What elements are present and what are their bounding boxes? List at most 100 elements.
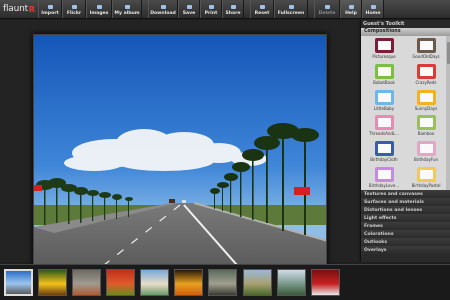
delete-icon [324,4,331,10]
toolbar-print-button[interactable]: Print [200,0,222,18]
frame-item[interactable]: Bamboo [406,115,446,138]
category-item[interactable]: Distortions and lenses [361,206,450,214]
toolbar-button-label: Save [182,11,196,16]
photo-canvas[interactable] [0,20,358,272]
frame-preview [416,115,436,131]
thumb-lake[interactable] [277,269,306,296]
category-item[interactable]: Frames [361,222,450,230]
frame-item[interactable]: BirthdayCloth [364,141,404,164]
frame-thumbnails: Picturesque GoodOldDays BabotBook CrazyReds… [361,36,450,190]
app-logo: flaunt R [0,0,38,18]
toolbar-button-label: Print [204,11,218,16]
category-item[interactable]: Surfaces and materials [361,198,450,206]
toolbar-share-button[interactable]: Share [222,0,244,18]
frame-preview [374,38,394,53]
toolbar-reset-button[interactable]: Reset [250,0,274,18]
frame-label: BabotBook [373,79,395,85]
frame-label: SunnyDays [414,105,438,111]
toolbar-fullscreen-button[interactable]: Fullscreen [274,0,308,18]
frame-item[interactable]: GoodOldDays [406,38,446,61]
toolbar-delete-button[interactable]: Delete [314,0,340,18]
toolbar-button-label: Import [41,11,59,16]
frame-label: BirthdayCloth [370,157,398,163]
frame-item[interactable]: BirthdayPastel [406,167,446,190]
toolbar-download-button[interactable]: Download [148,0,178,18]
toolbar-images-button[interactable]: Images [86,0,112,18]
main-photo[interactable] [33,34,327,272]
frame-preview [374,115,394,131]
frame-item[interactable]: LittleBaby [364,89,404,113]
toolbar-import-button[interactable]: Import [38,0,62,18]
images-icon [96,4,103,10]
frame-item[interactable]: CrazyReds [406,63,446,87]
toolkit-panel: Guest's Toolkit Compositions Picturesque… [360,20,450,262]
toolbar-button-label: Home [365,11,381,16]
save-icon [186,4,193,10]
frame-label: ThreadsAndL... [369,131,399,137]
share-icon [230,4,237,10]
toolbar-button-label: Images [89,11,109,16]
thumb-field[interactable] [243,269,272,296]
filmstrip [0,264,450,300]
category-item[interactable]: Overlays [361,246,450,254]
thumb-flower[interactable] [174,269,203,296]
frame-label: BirthdayLove... [368,183,400,189]
thumb-sunflower[interactable] [38,269,67,296]
frame-preview [416,167,436,183]
app-name-suffix: R [28,4,35,14]
toolbar-flickr-button[interactable]: Flickr [62,0,86,18]
toolbar-help-button[interactable]: Help [340,0,362,18]
toolbar-button-label: Fullscreen [277,11,305,16]
toolbar-button-label: Help [345,11,357,16]
app-name: flaunt [3,4,28,14]
toolbar-button-label: Flickr [66,11,82,16]
frame-item[interactable]: SunnyDays [406,89,446,113]
frame-label: GoodOldDays [412,54,440,59]
category-compositions[interactable]: Compositions [361,28,450,36]
frame-item[interactable]: ThreadsAndL... [364,115,404,138]
thumb-animal[interactable] [208,269,237,296]
thumb-beach[interactable] [140,269,169,296]
toolbar-button-label: Reset [254,11,270,16]
category-list: Textures and canvases Surfaces and materi… [361,190,450,254]
toolbar-button-label: My album [114,11,140,16]
thumbnails-scrollbar[interactable] [446,36,450,190]
frame-item[interactable]: BabotBook [364,63,404,87]
frame-item[interactable]: BirthdayLove... [364,167,404,190]
frame-preview [416,63,436,79]
flickr-icon [71,4,78,10]
frame-preview [416,38,436,53]
toolbar-my-album-button[interactable]: My album [112,0,142,18]
frame-label: Bamboo [417,131,435,137]
toolbar-home-button[interactable]: Home [362,0,384,18]
reset-icon [259,4,266,10]
main-toolbar: flaunt R Import Flickr Images My album Downlo… [0,0,450,19]
category-item[interactable]: Outlooks [361,238,450,246]
import-icon [47,4,54,10]
home-icon [370,4,377,10]
category-item[interactable]: Colorations [361,230,450,238]
thumb-berries[interactable] [106,269,135,296]
thumb-highway[interactable] [4,269,33,296]
frame-label: CrazyReds [415,79,437,85]
frame-label: LittleBaby [373,105,395,111]
category-item[interactable]: Light effects [361,214,450,222]
frame-label: Picturesque [372,54,396,59]
frame-label: BirthdayFun [413,157,439,163]
category-item[interactable]: Textures and canvases [361,190,450,198]
toolbar-save-button[interactable]: Save [178,0,200,18]
album-icon [124,4,131,10]
print-icon [208,4,215,10]
frame-item[interactable]: Picturesque [364,38,404,61]
toolbar-button-label: Download [150,11,176,16]
panel-title: Guest's Toolkit [363,21,405,27]
frame-preview [374,63,394,79]
help-icon [348,4,355,10]
thumb-car[interactable] [311,269,340,296]
frame-preview [374,89,394,105]
thumb-house[interactable] [72,269,101,296]
frame-preview [374,167,394,183]
fullscreen-icon [288,4,295,10]
download-icon [160,4,167,10]
frame-item[interactable]: BirthdayFun [406,141,446,164]
